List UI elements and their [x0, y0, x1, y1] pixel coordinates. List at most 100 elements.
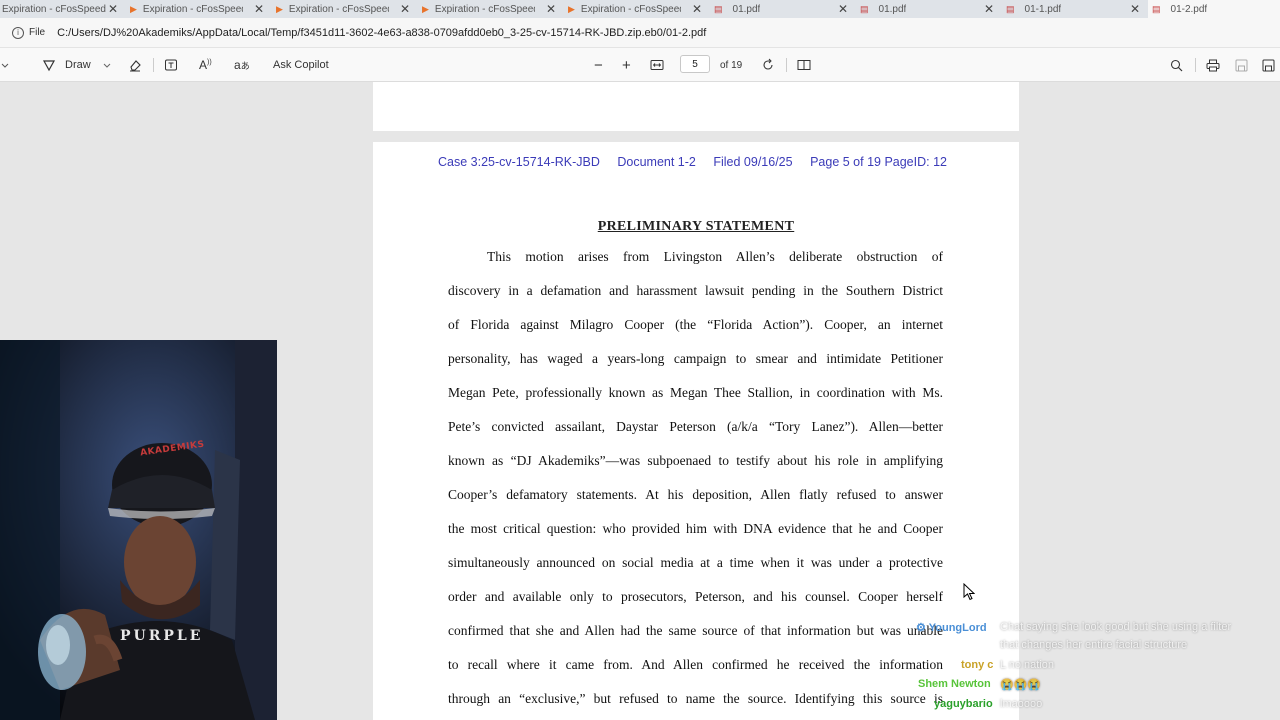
body-line: through an “exclusive,” but refused to n… — [448, 691, 943, 706]
pdf-icon: ▤ — [860, 3, 869, 14]
filed-date: Filed 09/16/25 — [713, 155, 793, 169]
fit-width-icon — [650, 60, 664, 70]
close-icon[interactable]: ✕ — [838, 2, 848, 16]
case-header: Case 3:25-cv-15714-RK-JBD Document 1-2 F… — [438, 155, 961, 169]
draw-label: Draw — [65, 59, 91, 71]
page-view-button[interactable] — [797, 48, 811, 82]
save-as-icon — [1262, 59, 1275, 71]
body-line: Megan Pete, professionally known as Mega… — [448, 385, 943, 400]
draw-icon — [42, 60, 56, 72]
body-line: Cooper’s defamatory statements. At his d… — [448, 487, 943, 502]
read-aloud-icon: A)) — [199, 58, 212, 72]
tab-label: Expiration - cFosSpeed — [288, 3, 389, 15]
body-line: order and available only to prosecutors,… — [448, 589, 943, 604]
read-aloud-button[interactable]: A)) — [199, 48, 212, 82]
translate-icon: aあ — [234, 58, 250, 72]
body-line: of Florida against Milagro Cooper (the “… — [448, 317, 943, 332]
print-button[interactable] — [1206, 48, 1220, 82]
body-line: personality, has waged a years-long camp… — [448, 351, 943, 366]
eraser-button[interactable] — [128, 48, 142, 82]
tab-label: Expiration - cFosSpeed — [2, 3, 106, 15]
translate-button[interactable]: aあ — [234, 48, 250, 82]
browser-tab[interactable]: ▤ 01.pdf ✕ — [710, 0, 856, 18]
save-as-button[interactable] — [1262, 48, 1275, 82]
browser-tab[interactable]: ▶ Expiration - cFosSpeed ✕ — [272, 0, 418, 18]
chat-user-icon: ⚙ — [916, 622, 926, 634]
chat-username: yaguybario — [934, 698, 993, 710]
body-line: Pete’s convicted assailant, Daystar Pete… — [448, 419, 943, 434]
browser-tab[interactable]: ▶ Expiration - cFosSpeed ✕ — [126, 0, 272, 18]
body-line: discovery in a defamation and harassment… — [448, 283, 943, 298]
close-icon[interactable]: ✕ — [400, 2, 410, 16]
close-icon[interactable]: ✕ — [108, 2, 118, 16]
close-icon[interactable]: ✕ — [984, 2, 994, 16]
toolbar-divider — [1195, 58, 1196, 72]
text-box-button[interactable] — [164, 48, 178, 82]
play-icon: ▶ — [568, 3, 575, 14]
chat-text: that changes her entire facial structure — [1000, 639, 1188, 651]
tab-label: Expiration - cFosSpeed — [580, 3, 681, 15]
document-number: Document 1-2 — [617, 155, 696, 169]
pdf-icon: ▤ — [1152, 3, 1161, 14]
fit-page-button[interactable] — [650, 48, 664, 82]
page-id: Page 5 of 19 PageID: 12 — [810, 155, 947, 169]
chat-username: tony c — [961, 659, 994, 671]
body-line: to recall where it came from. And Allen … — [448, 657, 943, 672]
play-icon: ▶ — [276, 3, 283, 14]
page-number-input[interactable]: 5 — [680, 55, 710, 73]
save-icon — [1235, 59, 1248, 71]
zoom-in-button[interactable]: + — [622, 48, 631, 82]
chat-username: Shem Newton — [918, 678, 991, 690]
scheme-label: File — [29, 27, 46, 38]
tab-label: 01-1.pdf — [1024, 3, 1062, 15]
chat-username: YoungLord — [928, 622, 987, 634]
mouse-cursor-icon — [963, 583, 975, 601]
tab-label: Expiration - cFosSpeed — [434, 3, 535, 15]
printer-icon — [1206, 59, 1220, 71]
case-number: Case 3:25-cv-15714-RK-JBD — [438, 155, 600, 169]
address-bar[interactable]: i File C:/Users/DJ%20Akademiks/AppData/L… — [0, 18, 1280, 48]
info-icon[interactable]: i — [12, 26, 24, 39]
browser-tab[interactable]: ▤ 01.pdf ✕ — [856, 0, 1002, 18]
browser-tab[interactable]: ▶ Expiration - cFosSpeed ✕ — [418, 0, 564, 18]
close-icon[interactable]: ✕ — [1130, 2, 1140, 16]
plus-icon: + — [622, 56, 631, 74]
browser-tab[interactable]: ▤ 01-1.pdf ✕ — [1002, 0, 1148, 18]
webcam-overlay: AKADEMIKS PURPLE — [0, 340, 277, 720]
zoom-out-button[interactable]: − — [594, 48, 603, 82]
ask-copilot-button[interactable]: Ask Copilot — [273, 48, 329, 82]
chevron-down-icon[interactable] — [0, 48, 10, 82]
play-icon: ▶ — [422, 3, 429, 14]
body-line: This motion arises from Livingston Allen… — [487, 249, 943, 264]
chat-text: lmaoooo — [1000, 698, 1043, 710]
toolbar-divider — [153, 58, 154, 72]
url-text[interactable]: C:/Users/DJ%20Akademiks/AppData/Local/Te… — [57, 27, 706, 39]
close-icon[interactable]: ✕ — [254, 2, 264, 16]
browser-tab-active[interactable]: ▤ 01-2.pdf — [1148, 0, 1280, 18]
text-box-icon — [165, 59, 177, 71]
document-title: PRELIMINARY STATEMENT — [597, 219, 795, 234]
streamer-video — [0, 340, 277, 720]
tab-label: Expiration - cFosSpeed — [142, 3, 243, 15]
search-button[interactable] — [1170, 48, 1183, 82]
browser-tab[interactable]: Expiration - cFosSpeed ✕ — [0, 0, 126, 18]
body-line: known as “DJ Akademiks”—was subpoenaed t… — [448, 453, 943, 468]
draw-button[interactable]: Draw — [42, 48, 111, 82]
previous-page — [373, 82, 1019, 131]
rotate-button[interactable] — [761, 48, 775, 82]
tab-label: 01.pdf — [732, 3, 761, 15]
pdf-toolbar: Draw A)) aあ Ask Copilot − + of 19 — [0, 48, 1280, 82]
tab-strip: Expiration - cFosSpeed ✕ ▶ Expiration - … — [0, 0, 1280, 18]
page-total: of 19 — [720, 59, 743, 71]
close-icon[interactable]: ✕ — [692, 2, 702, 16]
toolbar-divider — [786, 58, 787, 72]
book-icon — [797, 60, 811, 70]
chat-text: L no nation — [1000, 659, 1055, 671]
search-icon — [1170, 59, 1183, 71]
eraser-icon — [130, 60, 141, 72]
save-button[interactable] — [1235, 48, 1248, 82]
close-icon[interactable]: ✕ — [546, 2, 556, 16]
browser-tab[interactable]: ▶ Expiration - cFosSpeed ✕ — [564, 0, 710, 18]
chat-message: ⚙ YoungLord — [916, 621, 987, 634]
minus-icon: − — [594, 56, 603, 74]
